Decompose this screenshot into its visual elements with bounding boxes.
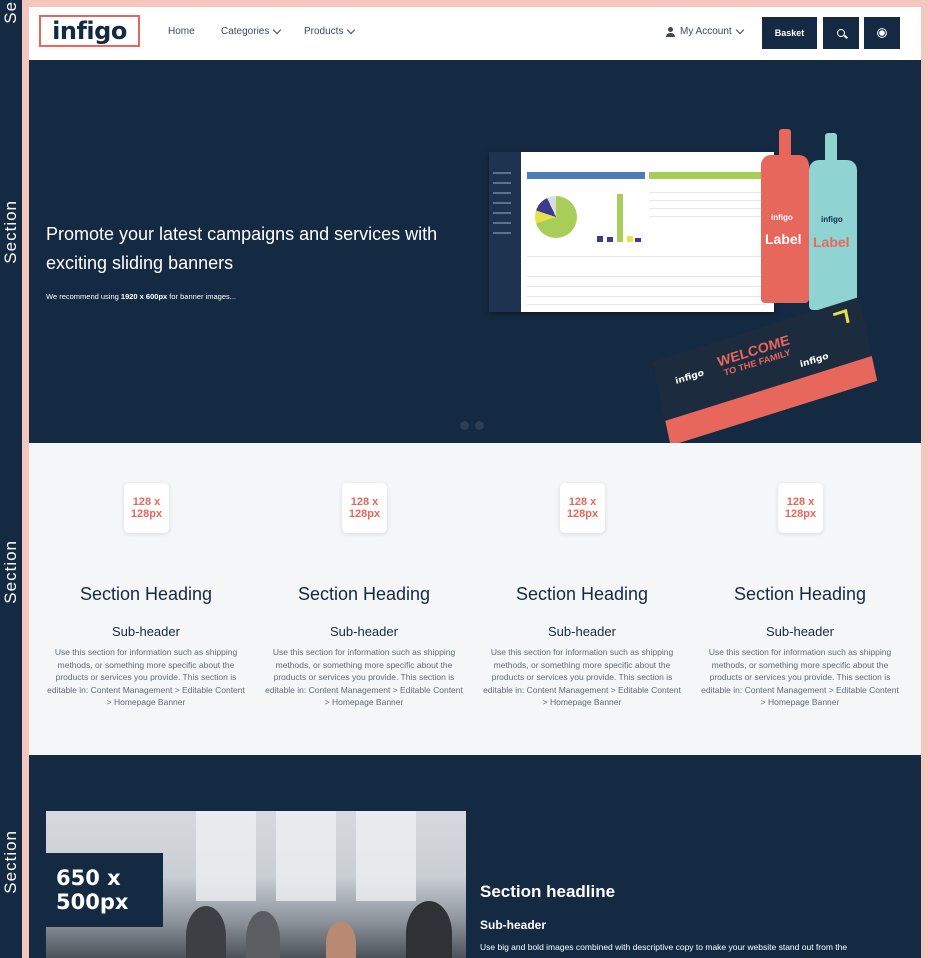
- hero-note: We recommend using 1920 x 600px for bann…: [46, 292, 236, 301]
- feature-body: Use this section for information such as…: [701, 647, 899, 707]
- carousel-dot[interactable]: [460, 421, 469, 430]
- my-account-label: My Account: [680, 26, 732, 37]
- image-size-label: 650 x 500px: [46, 853, 163, 927]
- dashboard-sidebar: [489, 152, 521, 312]
- section-ribbon: Section Section Section Section: [0, 0, 22, 958]
- box-brand: infigo: [674, 368, 705, 387]
- feature-heading: Section Heading: [515, 584, 649, 604]
- dashboard-mockup-image: [489, 152, 774, 312]
- section-subheader: Sub-header: [480, 918, 547, 932]
- bottle-label-text: Label: [765, 231, 802, 247]
- teal-bottle-image: infigo Label: [809, 160, 857, 310]
- feature-heading: Section Heading: [79, 584, 213, 604]
- hero-title: Promote your latest campaigns and servic…: [46, 224, 438, 273]
- section-body: Use big and bold images combined with de…: [480, 942, 848, 952]
- ribbon-label: Section: [1, 540, 20, 604]
- nav-categories[interactable]: Categories: [221, 25, 282, 37]
- site-logo[interactable]: infigo: [39, 15, 140, 47]
- gear-icon: [879, 30, 885, 36]
- red-bottle-image: infigo Label: [761, 155, 809, 303]
- basket-label: Basket: [774, 28, 805, 38]
- image-text-section: 650 x 500px Section headline Sub-header …: [29, 755, 921, 958]
- nav-products-label: Products: [304, 26, 344, 37]
- ribbon-label: Section: [1, 0, 21, 24]
- person-silhouette: [406, 901, 452, 958]
- nav-home[interactable]: Home: [168, 26, 195, 37]
- hero-note-prefix: We recommend using: [46, 292, 121, 301]
- feature-subheader: Sub-header: [548, 624, 616, 639]
- nav-home-label: Home: [168, 26, 195, 37]
- feature-heading: Section Heading: [297, 584, 431, 604]
- feature-card: 128 x 128px Section Heading Sub-header U…: [473, 443, 691, 755]
- feature-image-placeholder: 128 x 128px: [342, 483, 387, 533]
- chevron-down-icon: [273, 25, 282, 35]
- section-headline: Section headline: [480, 882, 616, 901]
- person-silhouette: [326, 921, 356, 958]
- feature-subheader: Sub-header: [112, 624, 180, 639]
- user-icon: [666, 26, 675, 37]
- site-header: infigo Home Categories Products My Accou…: [29, 7, 921, 60]
- settings-button[interactable]: [864, 17, 900, 49]
- hero-note-size: 1920 x 600px: [120, 292, 168, 301]
- feature-image-placeholder: 128 x 128px: [560, 483, 605, 533]
- basket-button[interactable]: Basket: [762, 17, 817, 49]
- bottle-brand: infigo: [771, 213, 793, 222]
- feature-image-placeholder: 128 x 128px: [124, 483, 169, 533]
- feature-card: 128 x 128px Section Heading Sub-header U…: [255, 443, 473, 755]
- dashboard-pie-chart: [535, 196, 577, 238]
- chevron-down-icon: [735, 25, 744, 35]
- feature-image-placeholder: 128 x 128px: [778, 483, 823, 533]
- search-icon: [837, 29, 845, 37]
- bottle-label-text: Label: [813, 234, 850, 250]
- feature-body: Use this section for information such as…: [483, 647, 681, 707]
- ribbon-label: Section: [1, 200, 20, 264]
- feature-card: 128 x 128px Section Heading Sub-header U…: [37, 443, 255, 755]
- bottle-brand: infigo: [821, 215, 843, 224]
- feature-card: 128 x 128px Section Heading Sub-header U…: [691, 443, 909, 755]
- my-account-menu[interactable]: My Account: [666, 25, 744, 37]
- welcome-box-image: infigo WELCOME TO THE FAMILY infigo: [652, 297, 878, 446]
- feature-subheader: Sub-header: [330, 624, 398, 639]
- feature-body: Use this section for information such as…: [265, 647, 463, 707]
- nav-categories-label: Categories: [221, 26, 270, 37]
- person-silhouette: [246, 911, 280, 958]
- page-frame: infigo Home Categories Products My Accou…: [22, 0, 928, 958]
- person-silhouette: [186, 906, 226, 958]
- bottle-neck: [825, 133, 837, 163]
- box-brand: infigo: [799, 351, 830, 371]
- feature-body: Use this section for information such as…: [47, 647, 245, 707]
- feature-subheader: Sub-header: [766, 624, 834, 639]
- nav-products[interactable]: Products: [304, 25, 356, 37]
- features-section: 128 x 128px Section Heading Sub-header U…: [29, 443, 921, 755]
- hero-note-suffix: for banner images...: [167, 292, 236, 301]
- office-photo: 650 x 500px: [46, 811, 466, 958]
- search-button[interactable]: [823, 17, 859, 49]
- chevron-down-icon: [347, 25, 356, 35]
- homepage: infigo Home Categories Products My Accou…: [29, 7, 921, 958]
- hero-banner: Promote your latest campaigns and servic…: [29, 60, 921, 446]
- ribbon-label: Section: [1, 830, 20, 894]
- box-accent: [832, 309, 850, 327]
- carousel-dot[interactable]: [475, 421, 484, 430]
- feature-heading: Section Heading: [733, 584, 867, 604]
